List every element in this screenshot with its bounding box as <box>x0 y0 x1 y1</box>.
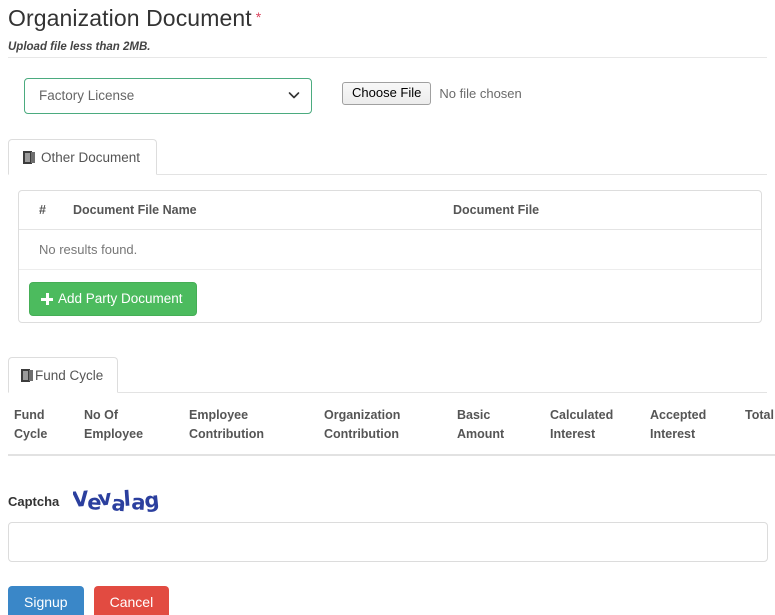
other-document-table: # Document File Name Document File No re… <box>19 191 761 328</box>
fund-cycle-tab-underline <box>8 392 767 393</box>
upload-row: Factory License Choose File No file chos… <box>0 76 775 122</box>
organization-document-form: Organization Document * Upload file less … <box>0 0 775 615</box>
plus-icon <box>41 293 53 305</box>
table-action-row: Add Party Document <box>19 270 761 329</box>
add-party-document-button[interactable]: Add Party Document <box>29 282 197 316</box>
choose-file-button[interactable]: Choose File <box>342 82 432 105</box>
header-divider <box>8 57 767 58</box>
other-document-panel: # Document File Name Document File No re… <box>18 190 762 323</box>
book-icon <box>23 150 35 164</box>
page-title-text: Organization Document <box>8 5 252 31</box>
tab-fund-cycle-label: Fund Cycle <box>35 367 104 383</box>
captcha-image: V e v a l a g <box>73 486 167 516</box>
table-header-row: # Document File Name Document File <box>19 191 761 230</box>
column-header-total: Total <box>739 398 775 456</box>
document-file-input[interactable]: Choose File No file chosen <box>342 82 522 105</box>
column-header-accepted-interest: Accepted Interest <box>644 398 739 456</box>
table-header-row: Fund Cycle No Of Employee Employee Contr… <box>8 398 775 456</box>
add-party-document-label: Add Party Document <box>58 291 183 306</box>
table-empty-row: No results found. <box>19 229 761 270</box>
column-header-no-of-employee: No Of Employee <box>78 398 183 456</box>
svg-text:g: g <box>143 488 160 513</box>
column-header-employee-contribution: Employee Contribution <box>183 398 318 456</box>
book-icon <box>21 368 33 382</box>
column-header-basic-amount: Basic Amount <box>451 398 544 456</box>
column-header-calculated-interest: Calculated Interest <box>544 398 644 456</box>
column-header-fund-cycle: Fund Cycle <box>8 398 78 456</box>
other-document-tabs: Other Document <box>8 139 158 175</box>
fund-cycle-table: Fund Cycle No Of Employee Employee Contr… <box>8 398 775 456</box>
tab-other-document-label: Other Document <box>41 149 141 165</box>
column-header-index: # <box>19 191 63 230</box>
fund-cycle-tabs: Fund Cycle <box>8 357 119 393</box>
page-title: Organization Document * <box>8 5 261 32</box>
file-chosen-status: No file chosen <box>439 86 522 101</box>
cancel-button[interactable]: Cancel <box>93 586 170 615</box>
form-actions: Signup Cancel <box>8 586 170 615</box>
column-header-organization-contribution: Organization Contribution <box>318 398 451 456</box>
required-asterisk: * <box>255 9 262 25</box>
no-results-message: No results found. <box>19 229 761 270</box>
column-header-document-file-name: Document File Name <box>63 191 443 230</box>
tab-other-document[interactable]: Other Document <box>8 139 158 175</box>
captcha-row: Captcha V e v a l a g <box>8 486 167 516</box>
column-header-document-file: Document File <box>443 191 761 230</box>
tab-fund-cycle[interactable]: Fund Cycle <box>8 357 119 393</box>
captcha-input[interactable] <box>8 522 768 562</box>
upload-hint-text: Upload file less than 2MB. <box>8 41 151 53</box>
captcha-label: Captcha <box>8 493 60 509</box>
signup-button[interactable]: Signup <box>8 586 84 615</box>
document-type-select[interactable]: Factory License <box>24 78 312 114</box>
